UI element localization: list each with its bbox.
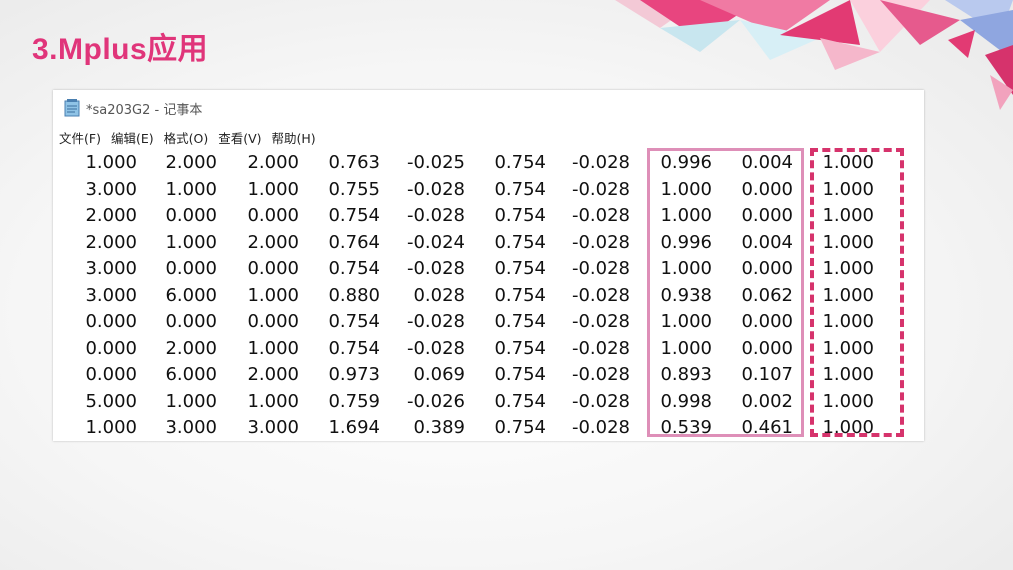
data-cell: -0.028 [406,205,465,226]
data-cell: 0.000 [85,311,137,332]
data-cell: 2.000 [247,364,299,385]
data-cell: 0.754 [328,337,380,359]
data-cell: 0.754 [494,231,546,253]
title-bar: *sa203G2 - 记事本 [53,90,924,126]
data-cell: -0.028 [406,311,465,332]
data-cell: -0.028 [406,337,465,359]
notepad-window: *sa203G2 - 记事本 文件(F) 编辑(E) 格式(O) 查看(V) 帮… [53,90,924,441]
data-cell: 0.754 [494,258,546,279]
data-cell: 0.973 [328,364,380,385]
data-cell: 3.000 [85,284,137,306]
data-cell: -0.028 [571,390,630,412]
data-cell: 1.000 [247,178,299,200]
data-cell: 1.000 [85,417,137,438]
data-cell: 3.000 [85,258,137,279]
data-cell: 2.000 [85,231,137,253]
data-cell: 1.000 [165,231,217,253]
data-cell: -0.028 [571,417,630,438]
data-cell: 0.754 [494,178,546,200]
data-cell: 0.000 [165,311,217,332]
data-cell: -0.028 [571,337,630,359]
data-cell: -0.028 [571,231,630,253]
data-cell: 3.000 [85,178,137,200]
notepad-icon [64,99,80,117]
menu-edit[interactable]: 编辑(E) [111,128,154,147]
data-cell: 0.754 [494,284,546,306]
data-cell: 0.754 [494,417,546,438]
data-cell: 2.000 [247,152,299,173]
data-cell: -0.028 [571,178,630,200]
menu-bar: 文件(F) 编辑(E) 格式(O) 查看(V) 帮助(H) [53,126,924,148]
data-cell: 1.000 [85,152,137,173]
menu-view[interactable]: 查看(V) [218,128,261,147]
data-cell: -0.028 [406,258,465,279]
data-cell: 0.028 [413,284,465,306]
data-cell: 2.000 [247,231,299,253]
data-cell: 1.000 [165,390,217,412]
data-cell: 0.754 [494,152,546,173]
window-title: *sa203G2 - 记事本 [86,102,203,118]
data-cell: -0.028 [571,258,630,279]
data-cell: -0.026 [406,390,465,412]
data-cell: -0.028 [571,284,630,306]
data-cell: -0.025 [406,152,465,173]
data-cell: -0.028 [571,311,630,332]
data-cell: 0.000 [247,311,299,332]
data-cell: 6.000 [165,364,217,385]
data-cell: 0.754 [494,364,546,385]
menu-file[interactable]: 文件(F) [59,128,101,147]
data-cell: 0.000 [165,258,217,279]
menu-help[interactable]: 帮助(H) [272,128,316,147]
data-cell: 0.000 [85,337,137,359]
probability-columns-highlight [647,148,804,437]
data-cell: 0.755 [328,178,380,200]
data-cell: 0.754 [494,205,546,226]
data-cell: -0.024 [406,231,465,253]
data-cell: 0.754 [494,337,546,359]
data-cell: 0.759 [328,390,380,412]
data-cell: 0.764 [328,231,380,253]
data-cell: 1.000 [247,284,299,306]
data-cell: 0.754 [328,205,380,226]
data-cell: 0.754 [328,258,380,279]
data-cell: 0.000 [85,364,137,385]
data-cell: 0.000 [247,258,299,279]
data-cell: 3.000 [247,417,299,438]
data-cell: 1.000 [165,178,217,200]
data-cell: 1.000 [247,390,299,412]
data-cell: 0.754 [328,311,380,332]
data-cell: 0.754 [494,311,546,332]
data-cell: 1.000 [247,337,299,359]
data-cell: 2.000 [165,152,217,173]
data-cell: 2.000 [165,337,217,359]
data-cell: 0.069 [413,364,465,385]
data-cell: 1.694 [328,417,380,438]
data-cell: 0.754 [494,390,546,412]
data-cell: 0.000 [247,205,299,226]
slide-title: 3.Mplus应用 [32,33,209,66]
data-cell: 5.000 [85,390,137,412]
data-cell: 0.389 [413,417,465,438]
menu-format[interactable]: 格式(O) [164,128,209,147]
data-cell: 2.000 [85,205,137,226]
data-cell: 6.000 [165,284,217,306]
data-cell: -0.028 [571,205,630,226]
data-cell: -0.028 [571,152,630,173]
data-cell: -0.028 [571,364,630,385]
data-cell: 0.000 [165,205,217,226]
data-cell: 0.763 [328,152,380,173]
data-cell: 3.000 [165,417,217,438]
data-cell: 0.880 [328,284,380,306]
data-cell: -0.028 [406,178,465,200]
class-column-highlight [810,148,904,437]
